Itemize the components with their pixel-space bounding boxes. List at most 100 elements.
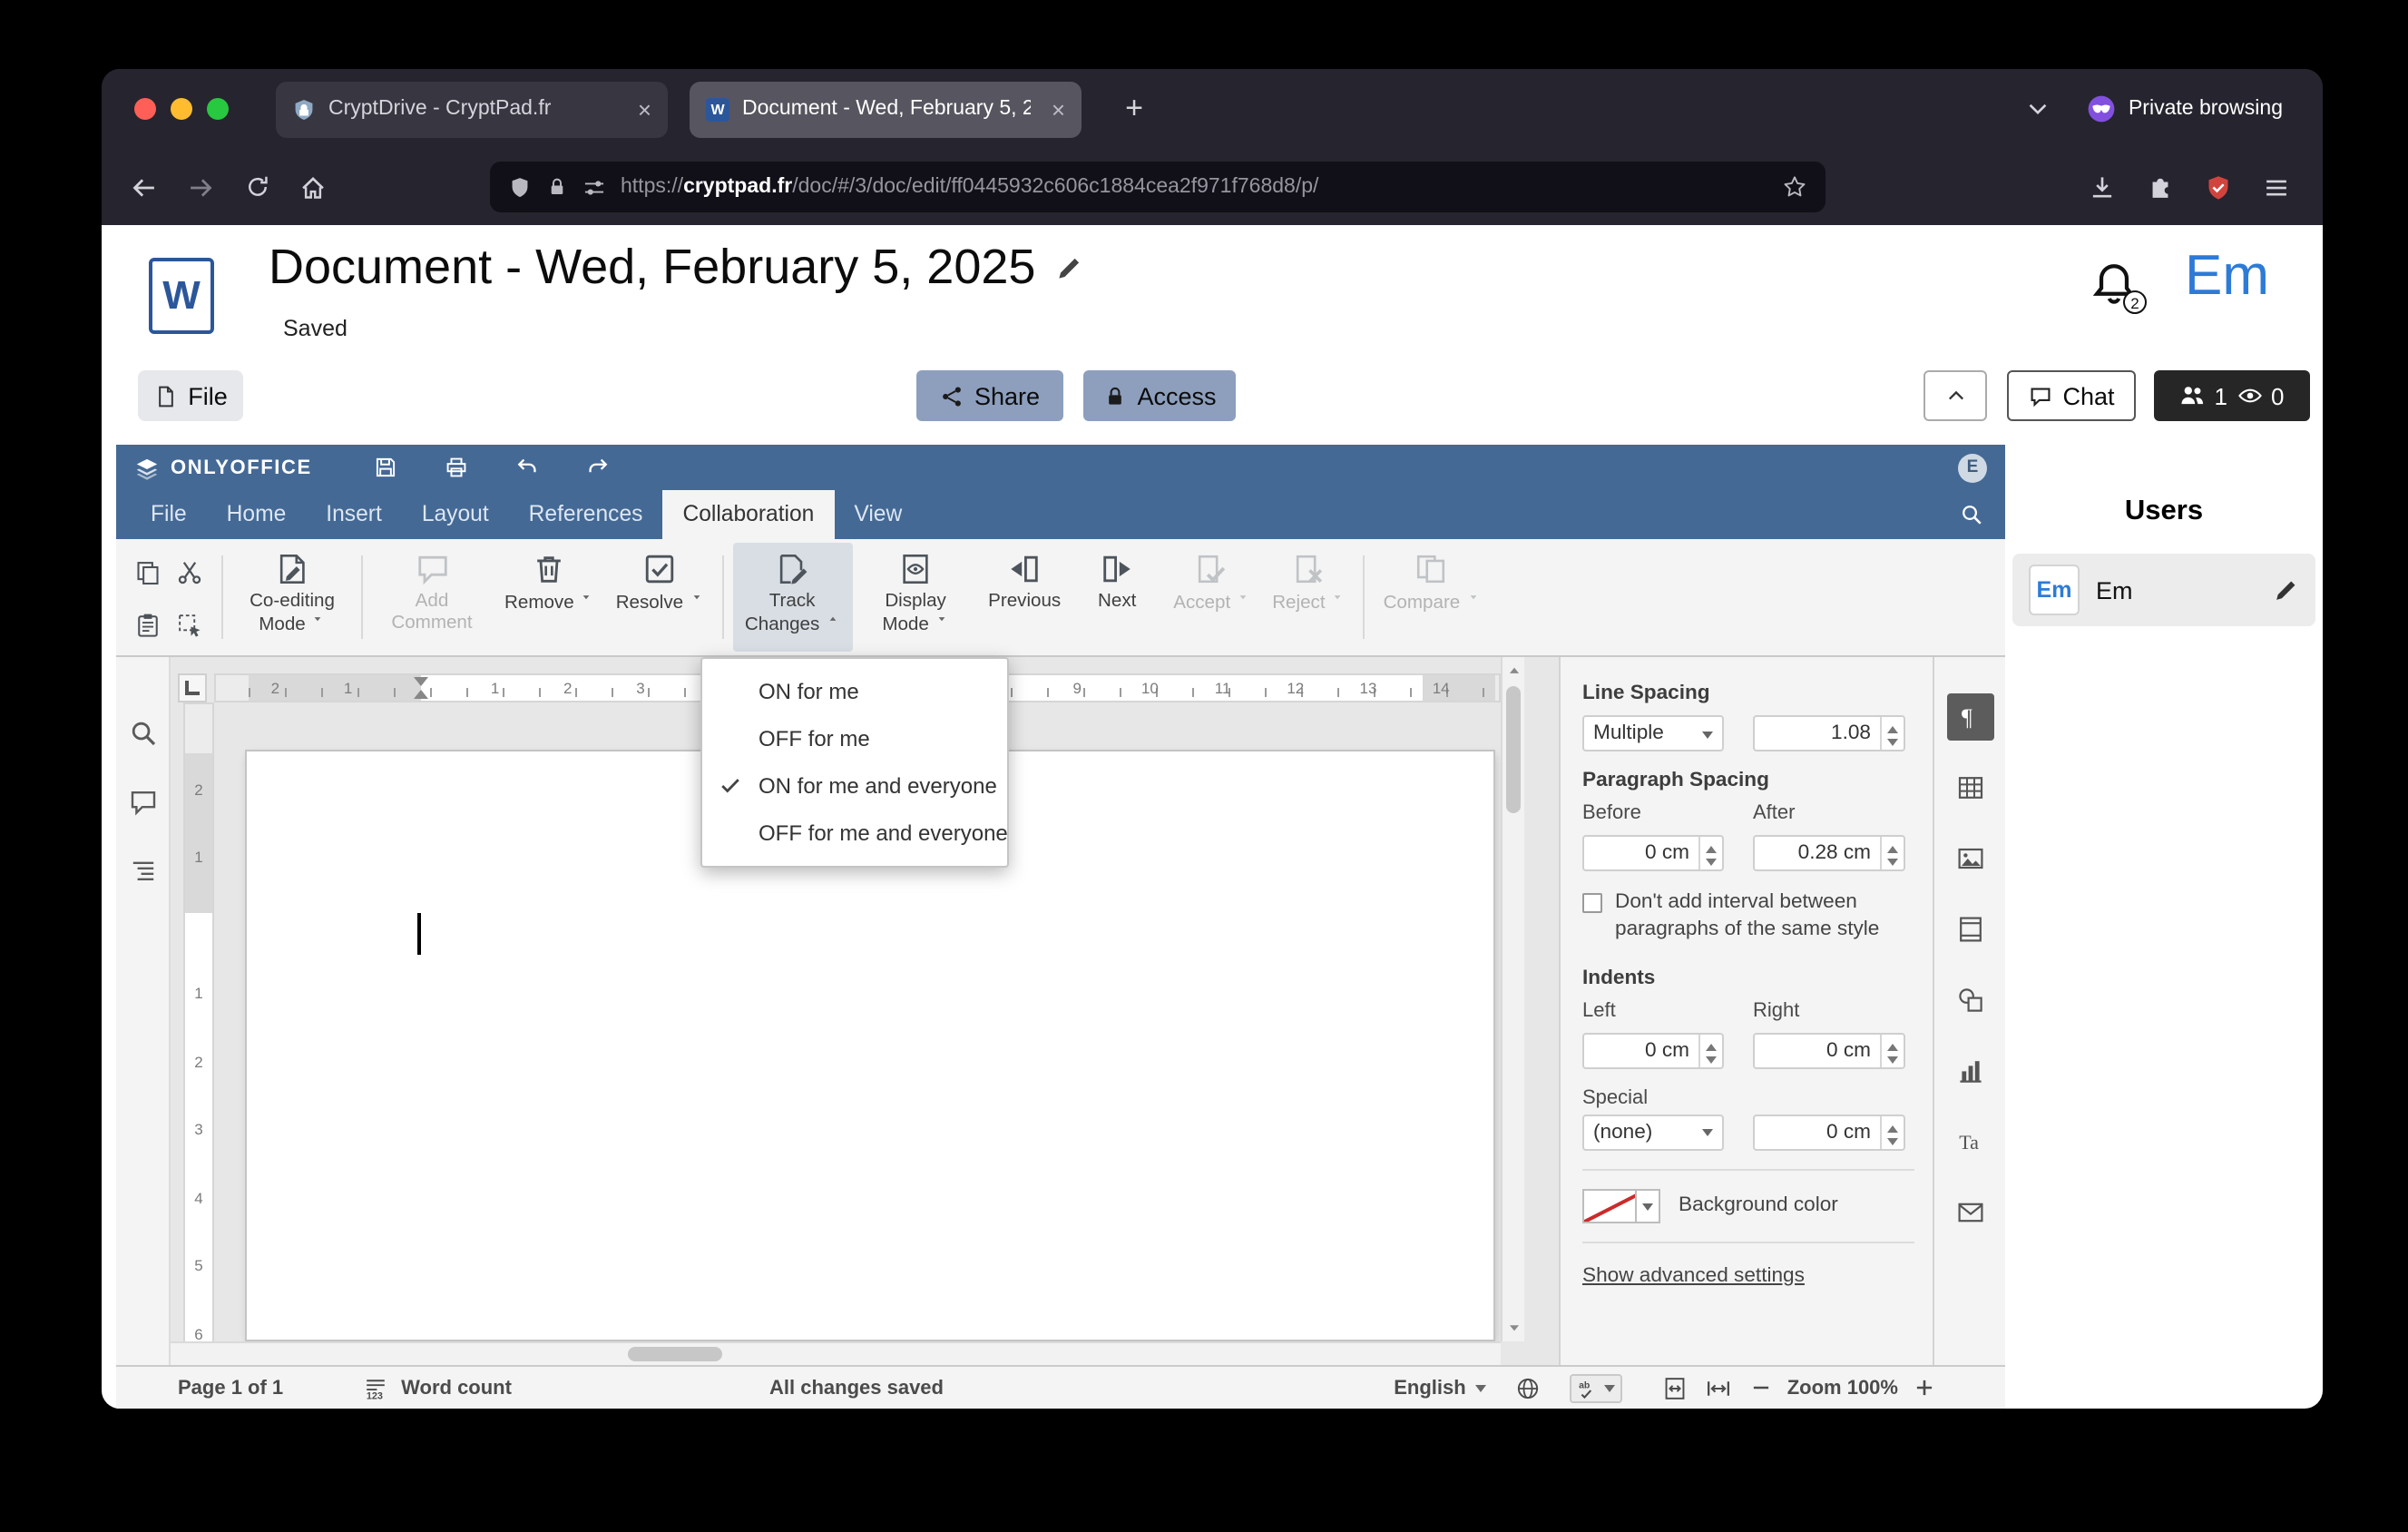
- list-tabs-chevron-icon[interactable]: [2025, 96, 2051, 122]
- rename-pencil-icon[interactable]: [1055, 254, 1082, 281]
- set-language-globe-icon[interactable]: [1515, 1375, 1541, 1400]
- file-button[interactable]: File: [138, 370, 243, 421]
- connection-lock-icon[interactable]: [546, 176, 568, 198]
- menu-tab-home[interactable]: Home: [207, 490, 307, 539]
- menu-tab-collaboration[interactable]: Collaboration: [662, 490, 835, 539]
- spinner-icon[interactable]: [1880, 1034, 1904, 1066]
- tab-document-active[interactable]: Document - Wed, February 5, 2 ×: [690, 81, 1082, 137]
- image-settings-icon[interactable]: [1946, 835, 1993, 882]
- menu-tab-view[interactable]: View: [834, 490, 922, 539]
- menu-tab-file[interactable]: File: [131, 490, 207, 539]
- track-menu-item[interactable]: ON for me: [702, 668, 1007, 715]
- close-tab-icon[interactable]: ×: [638, 95, 651, 123]
- cut-icon[interactable]: [176, 559, 203, 586]
- zoom-level[interactable]: Zoom 100%: [1787, 1377, 1898, 1399]
- menu-tab-insert[interactable]: Insert: [306, 490, 402, 539]
- spacing-before-field[interactable]: 0 cm: [1582, 835, 1724, 871]
- header-footer-settings-icon[interactable]: [1946, 906, 1993, 953]
- table-settings-icon[interactable]: [1946, 764, 1993, 811]
- resolve-button[interactable]: Resolve: [607, 543, 712, 652]
- shape-settings-icon[interactable]: [1946, 977, 1993, 1024]
- close-tab-icon[interactable]: ×: [1052, 95, 1065, 123]
- tab-stop-selector[interactable]: [178, 673, 207, 702]
- spell-check-button[interactable]: ab: [1569, 1373, 1622, 1402]
- chart-settings-icon[interactable]: [1946, 1047, 1993, 1095]
- menu-tab-references[interactable]: References: [509, 490, 663, 539]
- navigation-icon[interactable]: [129, 857, 158, 886]
- advanced-settings-link[interactable]: Show advanced settings: [1582, 1264, 1805, 1286]
- collapse-toolbar-button[interactable]: [1923, 370, 1987, 421]
- co-editing-mode-button[interactable]: Co-editing Mode: [232, 543, 352, 652]
- language-selector[interactable]: English: [1394, 1377, 1486, 1399]
- line-spacing-amount-field[interactable]: 1.08: [1753, 715, 1905, 751]
- previous-button[interactable]: Previous: [979, 543, 1070, 652]
- comments-icon[interactable]: [129, 788, 158, 817]
- spinner-icon[interactable]: [1698, 837, 1722, 869]
- new-tab-button[interactable]: +: [1111, 85, 1158, 133]
- reload-button[interactable]: [232, 162, 281, 211]
- notifications-button[interactable]: 2: [2090, 261, 2147, 314]
- user-list-button[interactable]: 1 0: [2154, 370, 2310, 421]
- display-mode-button[interactable]: Display Mode: [856, 543, 975, 652]
- zoom-out-icon[interactable]: [1749, 1376, 1773, 1399]
- ublock-origin-icon[interactable]: [2205, 173, 2232, 201]
- paragraph-settings-icon[interactable]: ¶: [1946, 693, 1993, 741]
- fit-page-icon[interactable]: [1662, 1375, 1688, 1400]
- scroll-up-icon[interactable]: [1506, 663, 1522, 679]
- color-picker-caret[interactable]: [1637, 1188, 1660, 1223]
- undo-icon[interactable]: [515, 456, 539, 479]
- close-window-button[interactable]: [134, 98, 156, 120]
- indent-left-field[interactable]: 0 cm: [1582, 1032, 1724, 1068]
- page-indicator[interactable]: Page 1 of 1: [178, 1377, 283, 1399]
- save-icon[interactable]: [374, 456, 397, 479]
- app-menu-icon[interactable]: [2263, 173, 2290, 201]
- spinner-icon[interactable]: [1880, 1115, 1904, 1148]
- word-count-button[interactable]: 123 Word count: [363, 1375, 512, 1400]
- menu-tab-layout[interactable]: Layout: [402, 490, 509, 539]
- permissions-icon[interactable]: [582, 175, 606, 199]
- special-amount-field[interactable]: 0 cm: [1753, 1114, 1905, 1150]
- url-bar[interactable]: https://cryptpad.fr/doc/#/3/doc/edit/ff0…: [490, 162, 1826, 212]
- access-button[interactable]: Access: [1083, 370, 1236, 421]
- user-list-item[interactable]: Em Em: [2012, 554, 2315, 626]
- chat-button[interactable]: Chat: [2007, 370, 2136, 421]
- spinner-icon[interactable]: [1880, 717, 1904, 750]
- tab-cryptdrive[interactable]: CryptDrive - CryptPad.fr ×: [276, 81, 668, 137]
- vertical-scroll-thumb[interactable]: [1506, 686, 1521, 813]
- home-button[interactable]: [289, 162, 338, 211]
- left-indent-marker[interactable]: [414, 683, 428, 699]
- tracking-protection-shield-icon[interactable]: [508, 175, 532, 199]
- vertical-ruler[interactable]: 2 1 1 2 3 4 5 6: [183, 702, 214, 1365]
- track-menu-item[interactable]: OFF for me and everyone: [702, 810, 1008, 857]
- downloads-icon[interactable]: [2089, 173, 2116, 201]
- search-icon[interactable]: [1960, 503, 1983, 526]
- paste-icon[interactable]: [134, 612, 162, 639]
- special-select[interactable]: (none): [1582, 1114, 1724, 1150]
- track-menu-item[interactable]: OFF for me: [702, 715, 1007, 762]
- textart-settings-icon[interactable]: Ta: [1946, 1118, 1993, 1165]
- indent-right-field[interactable]: 0 cm: [1753, 1032, 1905, 1068]
- maximize-window-button[interactable]: [207, 98, 229, 120]
- interval-checkbox[interactable]: [1582, 893, 1602, 913]
- share-button[interactable]: Share: [916, 370, 1063, 421]
- line-spacing-select[interactable]: Multiple: [1582, 715, 1724, 751]
- extensions-icon[interactable]: [2147, 173, 2174, 201]
- redo-icon[interactable]: [586, 456, 610, 479]
- track-menu-item[interactable]: ON for me and everyone: [702, 762, 1007, 810]
- bookmark-star-icon[interactable]: [1782, 174, 1807, 200]
- next-button[interactable]: Next: [1073, 543, 1160, 652]
- print-icon[interactable]: [445, 456, 468, 479]
- horizontal-scroll-thumb[interactable]: [628, 1347, 722, 1361]
- edit-name-pencil-icon[interactable]: [2274, 577, 2299, 603]
- spacing-after-field[interactable]: 0.28 cm: [1753, 835, 1905, 871]
- search-icon[interactable]: [129, 719, 158, 748]
- copy-icon[interactable]: [134, 559, 162, 586]
- scroll-down-icon[interactable]: [1506, 1320, 1522, 1336]
- remove-button[interactable]: Remove: [495, 543, 603, 652]
- fit-width-icon[interactable]: [1706, 1375, 1731, 1400]
- select-all-icon[interactable]: [176, 612, 203, 639]
- back-button[interactable]: [120, 162, 169, 211]
- vertical-scrollbar[interactable]: [1501, 657, 1524, 1341]
- spinner-icon[interactable]: [1698, 1034, 1722, 1066]
- background-color-picker[interactable]: [1582, 1188, 1660, 1223]
